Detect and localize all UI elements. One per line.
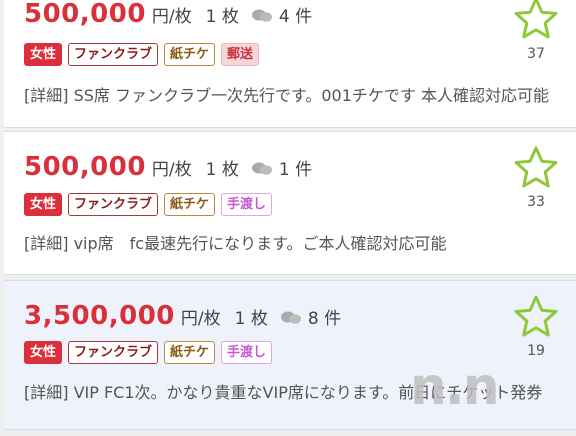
- listing-description: [詳細] SS席 ファンクラブ一次先行です。001チケです 本人確認対応可能: [24, 86, 549, 105]
- tag-female: 女性: [24, 341, 63, 364]
- price-row: 3,500,000 円/枚 1 枚 8 件: [24, 301, 341, 331]
- tag-fanclub: ファンクラブ: [68, 341, 159, 364]
- star-outline-icon[interactable]: [514, 0, 558, 39]
- tag-list: 女性 ファンクラブ 紙チケ 手渡し: [24, 193, 273, 216]
- comment-count: 4 件: [251, 2, 312, 27]
- comment-bubbles-icon: [280, 311, 301, 324]
- tag-paper-ticket: 紙チケ: [164, 43, 216, 66]
- listing-list: 500,000 円/枚 1 枚 4 件 女性 ファンクラブ 紙チケ 郵送 [詳細…: [0, 0, 576, 436]
- price: 500,000: [24, 0, 146, 29]
- listing-card[interactable]: 500,000 円/枚 1 枚 4 件 女性 ファンクラブ 紙チケ 郵送 [詳細…: [4, 0, 576, 128]
- price: 500,000: [24, 152, 146, 182]
- price-row: 500,000 円/枚 1 枚 1 件: [24, 152, 312, 182]
- price-unit: 円/枚: [151, 7, 192, 27]
- tag-hand-delivery: 手渡し: [221, 341, 273, 364]
- price-unit: 円/枚: [151, 160, 192, 180]
- quantity: 1 枚: [205, 160, 239, 180]
- favorite-count: 37: [527, 46, 545, 62]
- tag-list: 女性 ファンクラブ 紙チケ 手渡し: [24, 341, 273, 364]
- watermark-logo: n.n: [410, 357, 500, 417]
- tag-paper-ticket: 紙チケ: [164, 193, 216, 216]
- comment-count-text: 4 件: [278, 7, 313, 27]
- comment-count: 1 件: [251, 155, 312, 180]
- comment-count-text: 1 件: [278, 160, 313, 180]
- star-outline-icon[interactable]: [514, 295, 558, 337]
- tag-female: 女性: [24, 43, 63, 66]
- favorite-count: 19: [527, 343, 545, 359]
- price-unit: 円/枚: [180, 309, 221, 329]
- tag-hand-delivery: 手渡し: [221, 193, 273, 216]
- tag-female: 女性: [24, 193, 63, 216]
- comment-count-text: 8 件: [307, 309, 342, 329]
- tag-fanclub: ファンクラブ: [68, 43, 159, 66]
- comment-bubbles-icon: [251, 162, 272, 175]
- listing-card[interactable]: 500,000 円/枚 1 枚 1 件 女性 ファンクラブ 紙チケ 手渡し [詳…: [4, 131, 576, 275]
- star-outline-icon[interactable]: [514, 146, 558, 188]
- tag-list: 女性 ファンクラブ 紙チケ 郵送: [24, 43, 260, 66]
- comment-count: 8 件: [280, 304, 341, 329]
- tag-mail: 郵送: [221, 43, 260, 66]
- comment-bubbles-icon: [251, 9, 272, 22]
- price: 3,500,000: [24, 301, 175, 331]
- listing-description: [詳細] vip席 fc最速先行になります。ご本人確認対応可能: [24, 234, 447, 253]
- tag-fanclub: ファンクラブ: [68, 193, 159, 216]
- quantity: 1 枚: [234, 309, 268, 329]
- price-row: 500,000 円/枚 1 枚 4 件: [24, 0, 312, 29]
- favorite-count: 33: [527, 194, 545, 210]
- quantity: 1 枚: [205, 7, 239, 27]
- tag-paper-ticket: 紙チケ: [164, 341, 216, 364]
